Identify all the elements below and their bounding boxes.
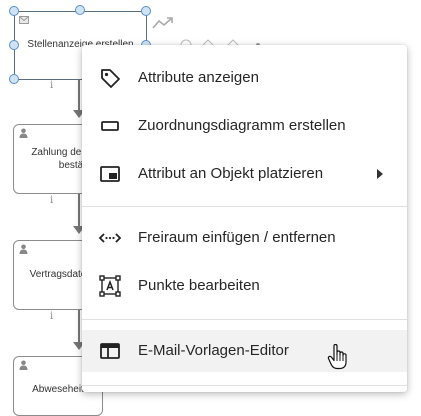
connector-line [78, 80, 80, 110]
tag-icon [98, 66, 122, 90]
menu-item-label: Freiraum einfügen / entfernen [138, 229, 336, 246]
menu-item-insert-space[interactable]: Freiraum einfügen / entfernen [82, 217, 407, 259]
menu-item-place-attribute[interactable]: Attribut an Objekt platzieren [82, 153, 407, 195]
resize-handle-top[interactable] [75, 5, 85, 15]
rectangle-icon [98, 114, 122, 138]
info-icon[interactable]: i [50, 195, 53, 206]
resize-handle-top-right[interactable] [141, 6, 151, 16]
menu-item-create-assignment-diagram[interactable]: Zuordnungsdiagramm erstellen [82, 105, 407, 147]
resize-handle-bottom-left[interactable] [9, 74, 19, 84]
person-icon [19, 244, 28, 254]
menu-item-label: E-Mail-Vorlagen-Editor [138, 342, 289, 359]
menu-divider [82, 206, 407, 207]
menu-item-label: Punkte bearbeiten [138, 277, 260, 294]
menu-item-show-attributes[interactable]: Attribute anzeigen [82, 57, 407, 99]
resize-handle-left[interactable] [9, 40, 19, 50]
person-icon [19, 360, 28, 370]
resize-handle-top-left[interactable] [9, 6, 19, 16]
menu-item-email-template-editor[interactable]: E-Mail-Vorlagen-Editor [82, 330, 407, 372]
info-icon[interactable]: i [50, 311, 53, 322]
menu-item-label: Attribut an Objekt platzieren [138, 165, 324, 182]
email-icon [19, 16, 29, 24]
person-icon [19, 128, 28, 138]
email-template-icon [98, 339, 122, 363]
connector-line [78, 194, 80, 226]
menu-item-edit-points[interactable]: Punkte bearbeiten [82, 265, 407, 307]
menu-item-label: Attribute anzeigen [138, 69, 259, 86]
insert-space-icon [98, 226, 122, 250]
edit-points-icon [98, 274, 122, 298]
connector-line [78, 310, 80, 342]
trend-icon[interactable] [152, 16, 174, 30]
menu-item-label: Zuordnungsdiagramm erstellen [138, 117, 346, 134]
chevron-right-icon [377, 169, 383, 179]
context-menu: Attribute anzeigen Zuordnungsdiagramm er… [82, 45, 407, 392]
menu-divider [82, 319, 407, 320]
info-icon[interactable]: i [50, 80, 53, 91]
place-attribute-icon [98, 162, 122, 186]
menu-divider [82, 385, 407, 386]
hand-cursor-icon [327, 344, 347, 370]
